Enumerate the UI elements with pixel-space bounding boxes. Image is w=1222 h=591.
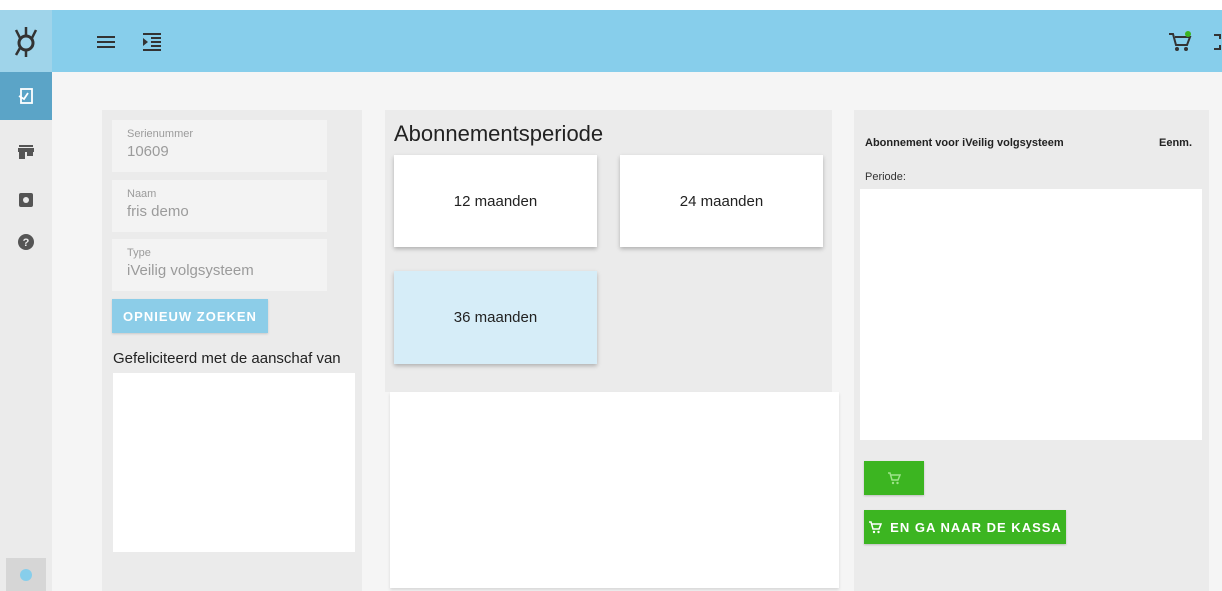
settings-icon — [19, 193, 33, 207]
period-option-36[interactable]: 36 maanden — [394, 271, 597, 364]
store-icon — [18, 145, 34, 159]
period-title: Abonnementsperiode — [394, 121, 604, 146]
unit-label: Eenm. — [1159, 137, 1193, 149]
sidebar-item-sign-in[interactable] — [0, 72, 52, 120]
top-header — [52, 10, 1222, 72]
field-value: 10609 — [127, 143, 169, 160]
sidebar-item-store[interactable] — [0, 132, 52, 172]
serial-number-field[interactable]: Serienummer 10609 — [112, 120, 327, 172]
details-box — [390, 392, 839, 588]
subscription-title: Abonnement voor iVeilig volgsysteem — [865, 137, 1064, 149]
period-option-label: 12 maanden — [453, 192, 538, 210]
field-label: Naam — [127, 188, 157, 200]
field-value: fris demo — [127, 203, 189, 220]
field-label: Type — [127, 247, 151, 259]
format-indent-icon[interactable] — [140, 30, 164, 54]
type-field[interactable]: Type iVeilig volgsysteem — [112, 239, 327, 291]
period-label: Periode: — [865, 171, 906, 183]
congrats-text: Gefeliciteerd met de aanschaf van — [113, 350, 341, 367]
cart-plus-icon — [869, 521, 883, 534]
cart-icon[interactable] — [1168, 30, 1192, 54]
svg-text:?: ? — [23, 237, 30, 249]
sidebar-item-help[interactable]: ? — [0, 222, 52, 262]
period-option-label: 36 maanden — [453, 309, 538, 326]
field-value: iVeilig volgsysteem — [127, 262, 254, 279]
checkout-button[interactable]: EN GA NAAR DE KASSA — [864, 510, 1066, 544]
add-to-cart-button[interactable] — [864, 461, 924, 495]
order-summary-box — [860, 189, 1202, 440]
sidebar: ? — [0, 10, 52, 591]
sign-in-icon — [18, 88, 33, 104]
sidebar-item-settings[interactable] — [0, 180, 52, 220]
name-field[interactable]: Naam fris demo — [112, 180, 327, 232]
field-label: Serienummer — [127, 128, 194, 140]
product-info-box — [113, 373, 355, 552]
sidebar-bottom-toggle[interactable] — [6, 558, 46, 591]
menu-icon[interactable] — [94, 30, 118, 54]
checkout-label: EN GA NAAR DE KASSA — [890, 519, 1062, 535]
search-again-button[interactable]: OPNIEUW ZOEKEN — [112, 299, 268, 333]
top-strip — [0, 0, 1222, 10]
cart-plus-icon — [888, 472, 901, 485]
logo-icon[interactable] — [0, 10, 52, 72]
circle-icon — [20, 568, 32, 581]
fullscreen-icon[interactable] — [1212, 30, 1222, 54]
period-option-label: 24 maanden — [679, 192, 764, 210]
period-option-12[interactable]: 12 maanden — [394, 155, 597, 247]
period-option-24[interactable]: 24 maanden — [620, 155, 823, 247]
help-icon: ? — [18, 234, 34, 250]
